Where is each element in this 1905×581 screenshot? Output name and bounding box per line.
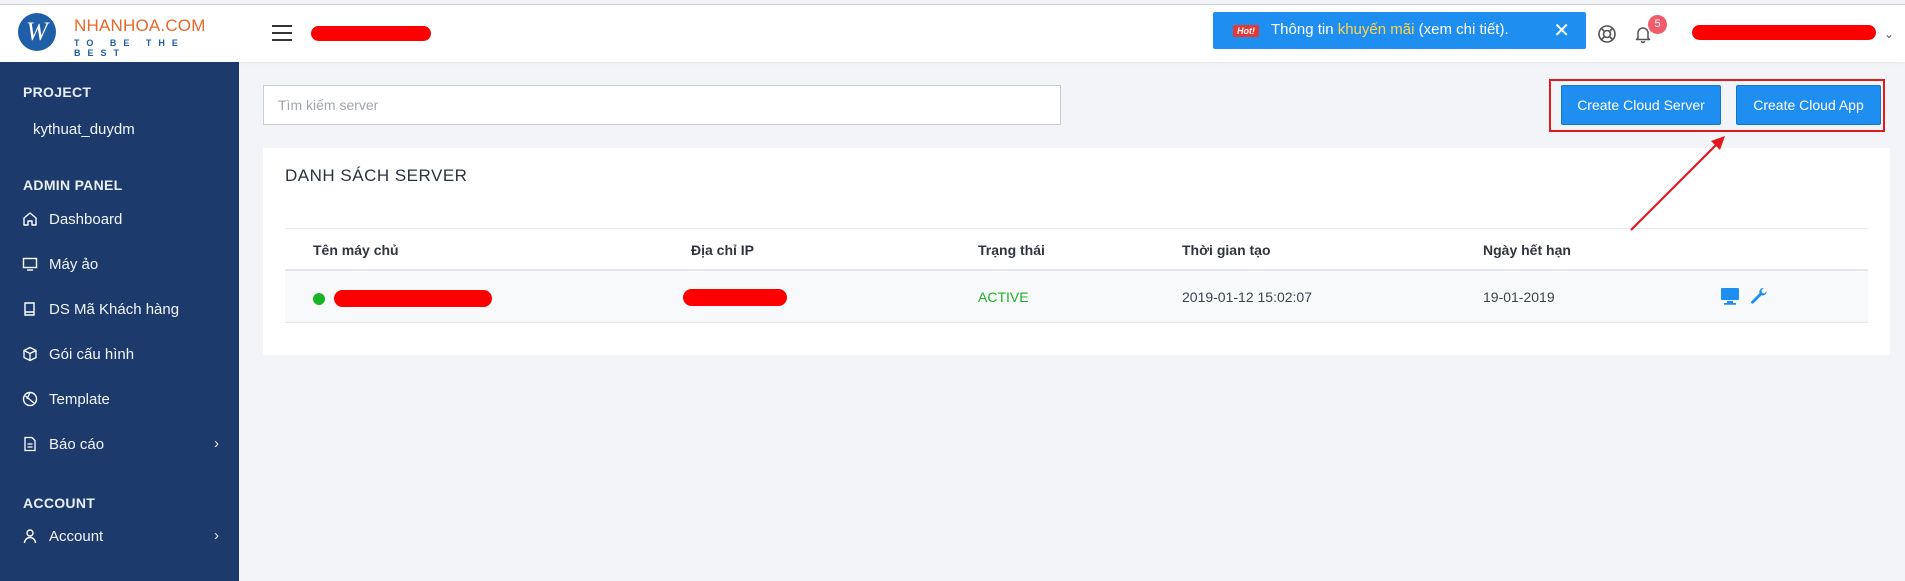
template-icon xyxy=(22,391,38,407)
sidebar-item-project[interactable]: kythuat_duydm xyxy=(33,121,135,138)
promo-text[interactable]: Thông tin khuyến mãi (xem chi tiết). xyxy=(1271,21,1509,38)
sidebar-item-dashboard[interactable]: Dashboard xyxy=(0,201,239,237)
sidebar: PROJECT kythuat_duydm ADMIN PANEL Dashbo… xyxy=(0,62,239,581)
logo[interactable]: W NHANHOA.COM TO BE THE BEST xyxy=(18,11,228,58)
wrench-icon[interactable] xyxy=(1749,286,1769,306)
status-badge: ACTIVE xyxy=(978,289,1029,305)
section-account-heading: ACCOUNT xyxy=(23,495,96,511)
sidebar-item-vms[interactable]: Máy ảo xyxy=(0,246,239,282)
sidebar-item-template[interactable]: Template xyxy=(0,381,239,417)
create-cloud-server-button[interactable]: Create Cloud Server xyxy=(1561,85,1721,125)
sidebar-item-label: Template xyxy=(49,391,110,408)
hot-badge: Hot! xyxy=(1233,25,1259,37)
column-header: Địa chỉ IP xyxy=(691,242,755,258)
menu-toggle-icon[interactable] xyxy=(272,25,292,41)
create-cloud-app-button[interactable]: Create Cloud App xyxy=(1736,85,1881,125)
column-header: Trạng thái xyxy=(978,242,1045,258)
column-header: Tên máy chủ xyxy=(313,242,399,258)
logo-name: NHANHOA.COM xyxy=(74,16,206,35)
redacted-project-name xyxy=(311,26,431,41)
sidebar-item-label: Account xyxy=(49,528,104,545)
column-header: Ngày hết hạn xyxy=(1483,242,1571,258)
redacted-user-name[interactable] xyxy=(1692,25,1876,40)
created-time: 2019-01-12 15:02:07 xyxy=(1182,289,1312,305)
sidebar-item-label: DS Mã Khách hàng xyxy=(49,301,180,318)
sidebar-item-label: Máy ảo xyxy=(49,256,99,273)
notification-badge: 5 xyxy=(1648,15,1667,34)
status-dot-icon xyxy=(313,293,325,305)
server-list-card: DANH SÁCH SERVER Tên máy chủ Địa chỉ IP … xyxy=(263,148,1890,355)
sidebar-item-label: Dashboard xyxy=(49,211,123,228)
section-project-heading: PROJECT xyxy=(23,84,92,100)
search-input[interactable] xyxy=(263,85,1061,125)
card-title: DANH SÁCH SERVER xyxy=(285,166,468,185)
sidebar-item-customer-codes[interactable]: DS Mã Khách hàng xyxy=(0,291,239,327)
section-admin-heading: ADMIN PANEL xyxy=(23,177,123,193)
sidebar-item-reports[interactable]: Báo cáo › xyxy=(0,426,239,462)
sidebar-item-config-packages[interactable]: Gói cấu hình xyxy=(0,336,239,372)
support-icon[interactable] xyxy=(1597,24,1617,44)
box-icon xyxy=(23,346,37,362)
report-icon xyxy=(24,436,36,452)
close-icon[interactable]: ✕ xyxy=(1553,18,1570,43)
home-icon xyxy=(23,212,37,226)
column-header: Thời gian tạo xyxy=(1182,242,1271,258)
chevron-right-icon: › xyxy=(214,527,219,544)
table-row[interactable]: ACTIVE 2019-01-12 15:02:07 19-01-2019 xyxy=(285,271,1868,323)
sidebar-item-account[interactable]: Account › xyxy=(0,518,239,554)
user-icon xyxy=(23,529,37,544)
console-icon[interactable] xyxy=(1720,286,1740,306)
sidebar-item-label: Gói cấu hình xyxy=(49,346,135,363)
monitor-icon xyxy=(22,257,38,271)
redacted-server-name[interactable] xyxy=(334,290,492,307)
expiry-date: 19-01-2019 xyxy=(1483,289,1555,305)
top-bar: W NHANHOA.COM TO BE THE BEST Hot! Thông … xyxy=(0,4,1905,62)
logo-mark: W xyxy=(18,13,56,51)
sidebar-item-label: Báo cáo xyxy=(49,436,105,453)
table-header: Tên máy chủ Địa chỉ IP Trạng thái Thời g… xyxy=(285,228,1868,271)
promo-banner[interactable]: Hot! Thông tin khuyến mãi (xem chi tiết)… xyxy=(1213,12,1586,49)
chevron-right-icon: › xyxy=(214,435,219,452)
redacted-ip-address xyxy=(683,289,787,306)
book-icon xyxy=(24,302,35,316)
logo-tagline: TO BE THE BEST xyxy=(74,38,185,58)
chevron-down-icon[interactable]: ⌄ xyxy=(1884,27,1894,41)
